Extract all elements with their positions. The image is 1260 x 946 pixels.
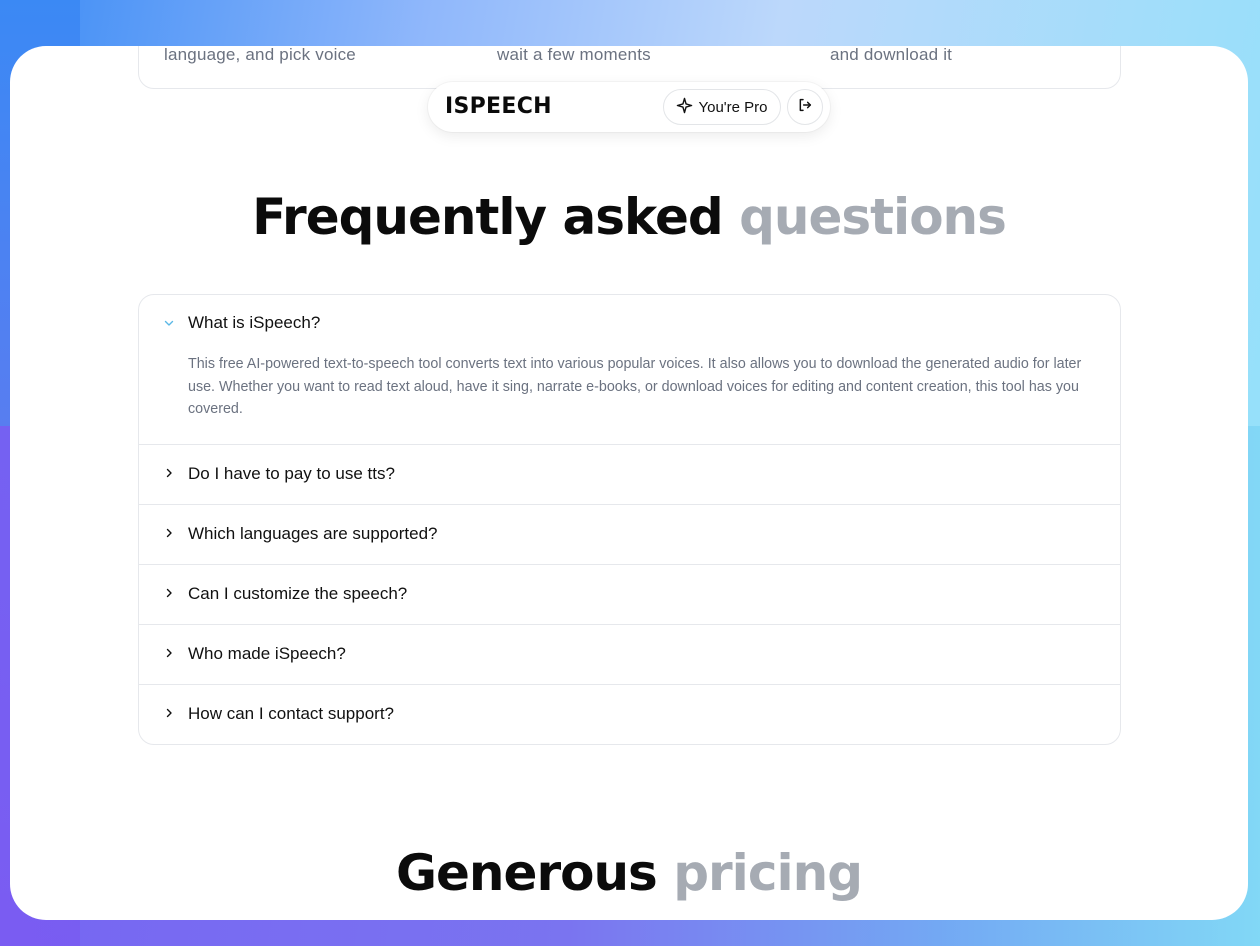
logout-icon <box>797 97 813 118</box>
chevron-right-icon <box>163 647 175 659</box>
faq-question[interactable]: Which languages are supported? <box>188 524 438 544</box>
step-text-1: language, and pick voice <box>164 46 356 64</box>
faq-item-contact-support[interactable]: How can I contact support? <box>139 685 1120 744</box>
faq-title-main: Frequently asked <box>252 188 724 246</box>
pricing-title-muted: pricing <box>673 844 863 902</box>
faq-answer: This free AI-powered text-to-speech tool… <box>188 356 1082 417</box>
chevron-right-icon <box>163 467 175 479</box>
faq-question[interactable]: Who made iSpeech? <box>188 644 346 664</box>
faq-item-pay[interactable]: Do I have to pay to use tts? <box>139 445 1120 505</box>
pro-button[interactable]: You're Pro <box>663 89 781 125</box>
faq-question[interactable]: What is iSpeech? <box>188 313 320 333</box>
faq-item-customize[interactable]: Can I customize the speech? <box>139 565 1120 625</box>
logo[interactable]: ISPEECH <box>445 94 552 119</box>
faq-item-languages[interactable]: Which languages are supported? <box>139 505 1120 565</box>
step-text-3: and download it <box>830 46 953 64</box>
chevron-down-icon <box>163 317 175 329</box>
faq-question[interactable]: Do I have to pay to use tts? <box>188 464 395 484</box>
faq-question[interactable]: How can I contact support? <box>188 704 394 724</box>
step-text-2: wait a few moments <box>497 46 651 64</box>
logout-button[interactable] <box>787 89 823 125</box>
pricing-title: Generous pricing <box>10 844 1248 902</box>
chevron-right-icon <box>163 527 175 539</box>
faq-accordion: What is iSpeech? This free AI-powered te… <box>138 294 1121 745</box>
app-frame: language, and pick voice wait a few mome… <box>10 46 1248 920</box>
pricing-title-main: Generous <box>395 844 658 902</box>
top-nav: ISPEECH You're Pro <box>428 82 830 132</box>
faq-question[interactable]: Can I customize the speech? <box>188 584 407 604</box>
pro-label: You're Pro <box>698 98 768 116</box>
faq-item-what-is-ispeech[interactable]: What is iSpeech? This free AI-powered te… <box>139 295 1120 445</box>
chevron-right-icon <box>163 587 175 599</box>
faq-item-who-made[interactable]: Who made iSpeech? <box>139 625 1120 685</box>
sparkle-icon <box>676 97 693 118</box>
chevron-right-icon <box>163 707 175 719</box>
faq-title: Frequently asked questions <box>10 188 1248 246</box>
faq-title-muted: questions <box>739 188 1007 246</box>
